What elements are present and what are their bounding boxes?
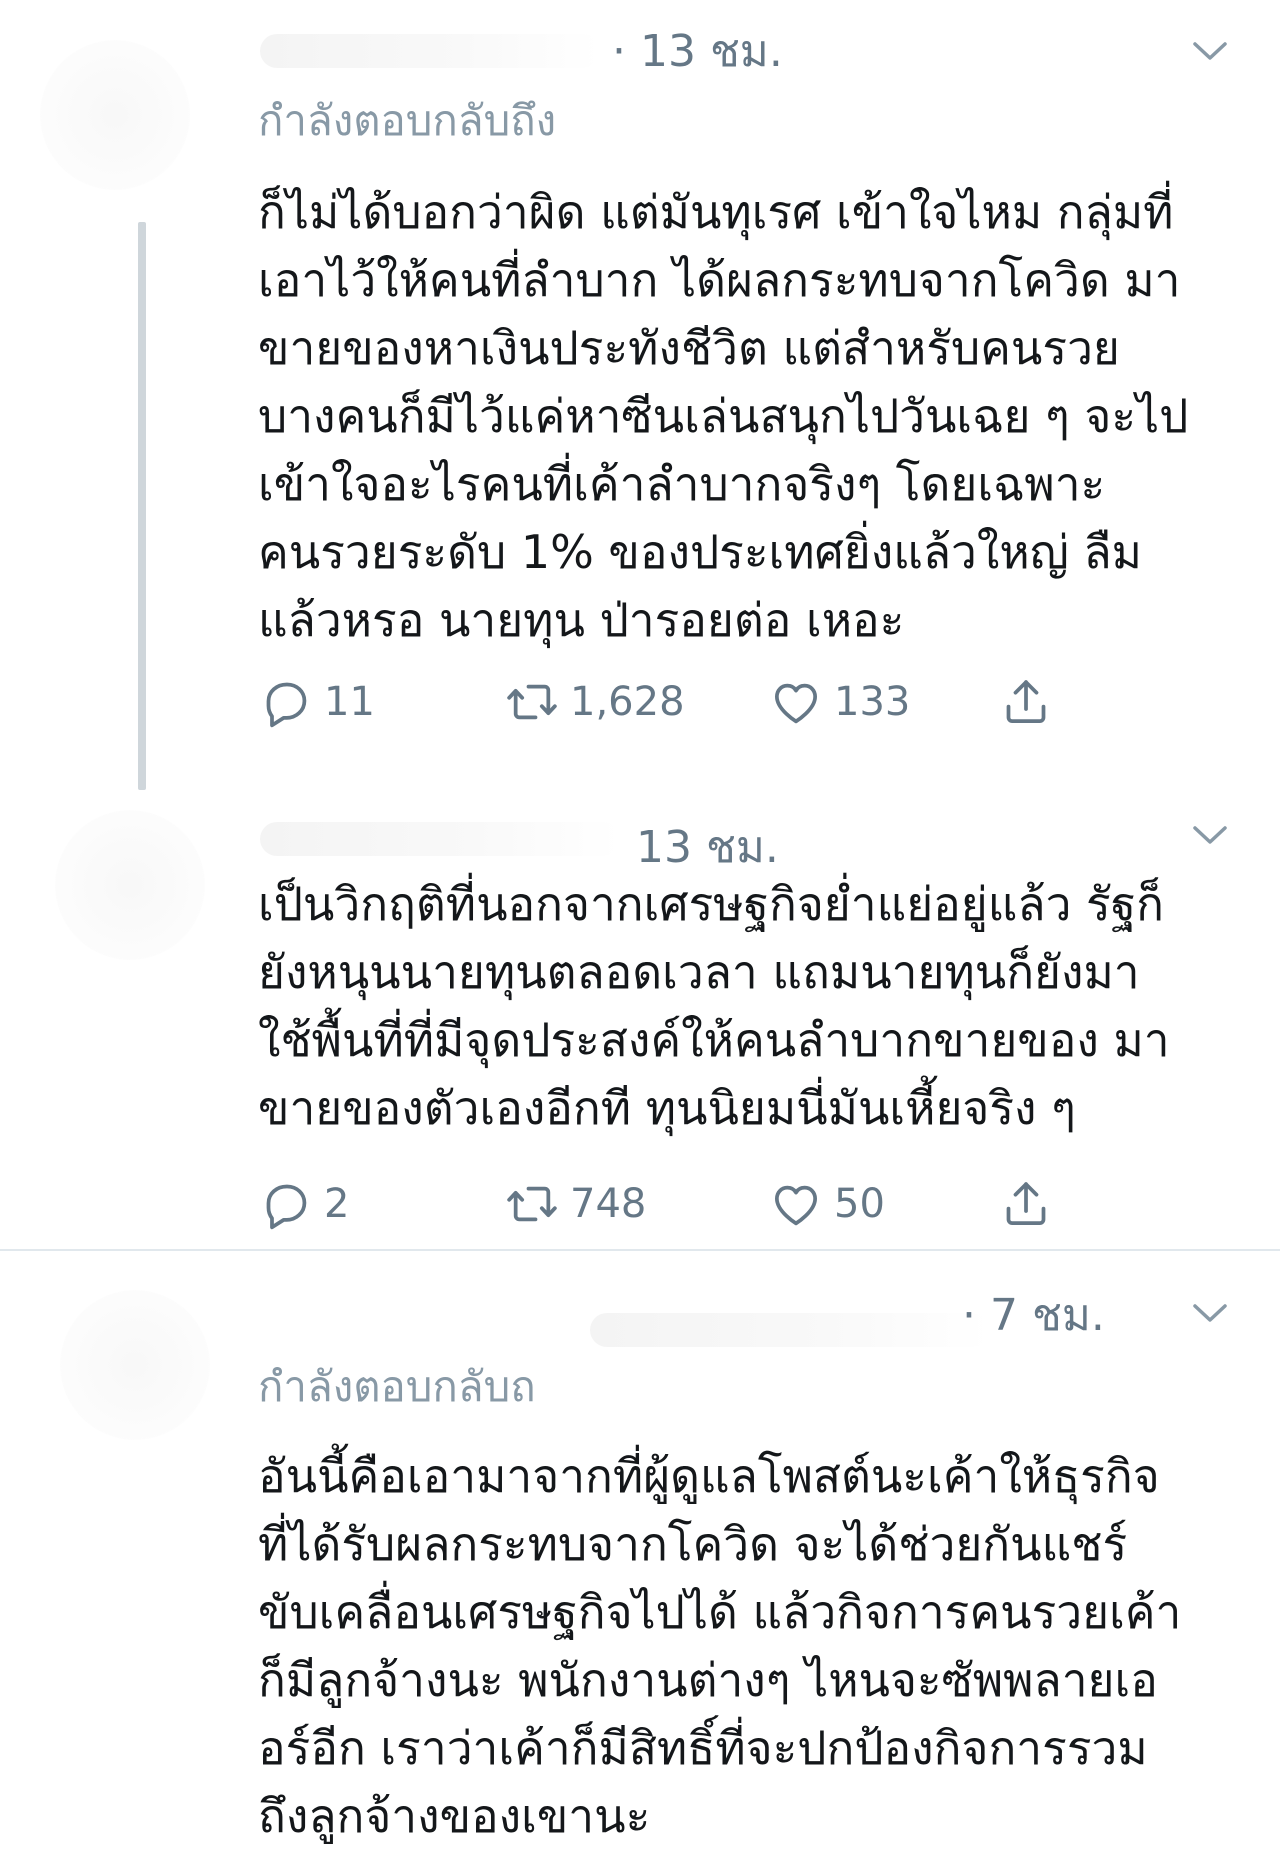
tweet-actions: 2 748 50 [258, 1174, 1098, 1234]
heart-icon [775, 683, 817, 724]
tweet-text-line: แล้วหรอ นายทุน ป่ารอยต่อ เหอะ [258, 593, 905, 647]
tweet-timestamp[interactable]: 13 ชม. [636, 826, 779, 870]
chevron-down-icon[interactable] [1192, 1302, 1228, 1324]
tweet-text-line: คนรวยระดับ 1% ของประเทศยิ่งแล้วใหญ่ ลืม [258, 525, 1142, 579]
chevron-down-icon[interactable] [1192, 40, 1228, 62]
tweet-card[interactable]: · 13 ชม. กำลังตอบกลับถึง ก็ไม่ได้บอกว่าผ… [0, 0, 1280, 790]
like-button[interactable]: 50 [768, 1174, 885, 1234]
tweet-card[interactable]: · 7 ชม. กำลังตอบกลับถ อันนี้คือเอามาจากท… [0, 1250, 1280, 1867]
tweet-text-line: ขายของหาเงินประทังชีวิต แต่สำหรับคนรวย [258, 321, 1120, 375]
tweet-text-line: เข้าใจอะไรคนที่เค้าลำบากจริงๆ โดยเฉพาะ [258, 457, 1106, 511]
reply-count: 11 [324, 679, 375, 725]
tweet-text-line: ถึงลูกจ้างของเขานะ [258, 1789, 651, 1843]
retweet-button[interactable]: 1,628 [504, 672, 685, 732]
tweet-text-line: ขายของตัวเองอีกที ทุนนิยมนี่มันเหี้ยจริง… [258, 1081, 1076, 1135]
retweet-icon [507, 684, 557, 720]
tweet-card[interactable]: 13 ชม. เป็นวิกฤติที่นอกจากเศรษฐกิจย่ำแย่… [0, 790, 1280, 1250]
thread-connector [138, 222, 146, 790]
share-button[interactable] [998, 1174, 1054, 1234]
reply-button[interactable]: 11 [258, 672, 375, 732]
avatar[interactable] [40, 40, 190, 190]
tweet-text-line: ก็มีลูกจ้างนะ พนักงานต่างๆ ไหนจะซัพพลายเ… [258, 1653, 1158, 1707]
author-name-obscured [590, 1313, 990, 1347]
chevron-down-icon[interactable] [1192, 824, 1228, 846]
replying-to-handle-obscured [612, 96, 1032, 148]
reply-icon [266, 682, 307, 728]
heart-icon [775, 1185, 817, 1226]
tweet-text: เป็นวิกฤติที่นอกจากเศรษฐกิจย่ำแย่อยู่แล้… [258, 870, 1248, 1142]
like-button[interactable]: 133 [768, 672, 910, 732]
tweet-text-line: ก็ไม่ได้บอกว่าผิด แต่มันทุเรศ เข้าใจไหม … [258, 185, 1174, 239]
replying-to-label: กำลังตอบกลับถ [258, 1362, 536, 1411]
author-name-obscured [260, 822, 620, 856]
share-icon [1006, 1182, 1046, 1225]
tweet-text-line: ใช้พื้นที่ที่มีจุดประสงค์ให้คนลำบากขายขอ… [258, 1013, 1170, 1067]
avatar[interactable] [55, 810, 205, 960]
share-icon [1006, 680, 1046, 723]
author-name-obscured [260, 34, 600, 68]
replying-to-handle-obscured [590, 1362, 990, 1414]
tweet-text: อันนี้คือเอามาจากที่ผู้ดูแลโพสต์นะเค้าให… [258, 1442, 1248, 1850]
tweet-text-line: ขับเคลื่อนเศรษฐกิจไปได้ แล้วกิจการคนรวยเ… [258, 1585, 1182, 1639]
retweet-icon [507, 1186, 557, 1222]
tweet-text-line: ยังหนุนนายทุนตลอดเวลา แถมนายทุนก็ยังมา [258, 945, 1140, 999]
tweet-text-line: ที่ได้รับผลกระทบจากโควิด จะได้ช่วยกันแชร… [258, 1517, 1128, 1571]
tweet-text-line: อร์อีก เราว่าเค้าก็มีสิทธิ์ที่จะปกป้องกิ… [258, 1721, 1148, 1775]
retweet-button[interactable]: 748 [504, 1174, 646, 1234]
reply-button[interactable]: 2 [258, 1174, 349, 1234]
retweet-count: 1,628 [570, 679, 685, 725]
tweet-timestamp[interactable]: · 7 ชม. [962, 1294, 1105, 1338]
reply-count: 2 [324, 1181, 350, 1227]
reply-icon [266, 1184, 307, 1230]
share-button[interactable] [998, 672, 1054, 732]
replying-to-label: กำลังตอบกลับถึง [258, 96, 557, 145]
tweet-text-line: เป็นวิกฤติที่นอกจากเศรษฐกิจย่ำแย่อยู่แล้… [258, 877, 1164, 931]
tweet-timestamp[interactable]: · 13 ชม. [612, 30, 783, 74]
avatar[interactable] [60, 1290, 210, 1440]
tweet-text-line: อันนี้คือเอามาจากที่ผู้ดูแลโพสต์นะเค้าให… [258, 1449, 1160, 1503]
tweet-text-line: บางคนก็มีไว้แค่หาซีนเล่นสนุกไปวันเฉย ๆ จ… [258, 389, 1189, 443]
like-count: 133 [834, 679, 911, 725]
tweet-text-line: เอาไว้ให้คนที่ลำบาก ได้ผลกระทบจากโควิด ม… [258, 253, 1181, 307]
like-count: 50 [834, 1181, 885, 1227]
retweet-count: 748 [570, 1181, 647, 1227]
tweet-actions: 11 1,628 133 [258, 672, 1098, 732]
tweet-text: ก็ไม่ได้บอกว่าผิด แต่มันทุเรศ เข้าใจไหม … [258, 178, 1248, 654]
